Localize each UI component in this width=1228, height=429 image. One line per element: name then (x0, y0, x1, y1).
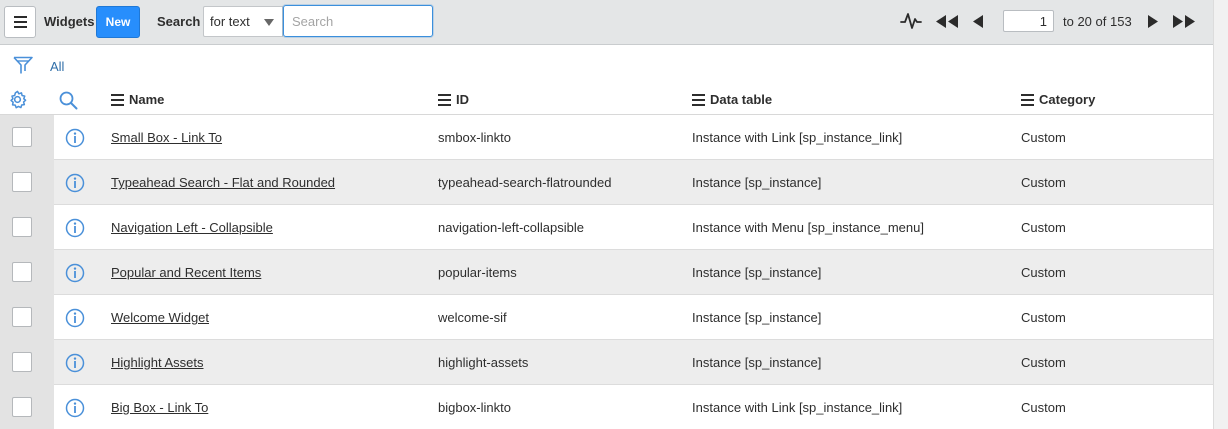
info-icon[interactable] (65, 218, 85, 238)
row-select-cell (0, 385, 54, 429)
table-row: Popular and Recent Items popular-items I… (0, 250, 1213, 295)
info-icon[interactable] (65, 263, 85, 283)
list-header: Widgets New Search for text to 20 of 153 (0, 0, 1213, 45)
column-data-table-label: Data table (710, 92, 773, 107)
row-category: Custom (1021, 310, 1066, 325)
first-page-icon[interactable] (935, 15, 959, 28)
row-select-cell (0, 340, 54, 385)
row-id: typeahead-search-flatrounded (438, 175, 612, 190)
table-row: Navigation Left - Collapsible navigation… (0, 205, 1213, 250)
row-data-table: Instance with Menu [sp_instance_menu] (692, 220, 924, 235)
hamburger-icon (13, 16, 27, 18)
row-name-link[interactable]: Popular and Recent Items (111, 265, 261, 280)
row-data-table: Instance with Link [sp_instance_link] (692, 130, 903, 145)
column-menu-icon (438, 93, 451, 106)
column-data-table[interactable]: Data table (692, 92, 772, 107)
column-name[interactable]: Name (111, 92, 164, 107)
row-id: welcome-sif (438, 310, 507, 325)
row-name-link[interactable]: Welcome Widget (111, 310, 209, 325)
page-number-input[interactable] (1003, 10, 1054, 32)
row-data-table: Instance [sp_instance] (692, 175, 822, 190)
row-id: highlight-assets (438, 355, 529, 370)
row-name-link[interactable]: Big Box - Link To (111, 400, 208, 415)
row-category: Custom (1021, 130, 1066, 145)
table-row: Small Box - Link To smbox-linkto Instanc… (0, 115, 1213, 160)
column-menu-icon (692, 93, 705, 106)
row-checkbox[interactable] (12, 307, 32, 327)
row-category: Custom (1021, 265, 1066, 280)
row-name-link[interactable]: Highlight Assets (111, 355, 204, 370)
column-id-label: ID (456, 92, 469, 107)
info-icon[interactable] (65, 173, 85, 193)
breadcrumb-all-link[interactable]: All (50, 59, 64, 74)
row-data-table: Instance with Link [sp_instance_link] (692, 400, 903, 415)
row-id: navigation-left-collapsible (438, 220, 584, 235)
row-data-table: Instance [sp_instance] (692, 265, 822, 280)
caret-down-icon (264, 19, 274, 26)
row-select-cell (0, 205, 54, 250)
widgets-list-page: Widgets New Search for text to 20 of 153 (0, 0, 1228, 429)
gear-icon[interactable] (8, 90, 27, 109)
column-category[interactable]: Category (1021, 92, 1095, 107)
search-input[interactable] (283, 5, 433, 37)
info-icon[interactable] (65, 128, 85, 148)
row-checkbox[interactable] (12, 262, 32, 282)
row-category: Custom (1021, 355, 1066, 370)
row-checkbox[interactable] (12, 352, 32, 372)
next-page-icon[interactable] (1147, 15, 1159, 28)
column-menu-icon (1021, 93, 1034, 106)
row-checkbox[interactable] (12, 172, 32, 192)
row-select-cell (0, 250, 54, 295)
filter-icon[interactable] (13, 56, 33, 75)
row-checkbox[interactable] (12, 217, 32, 237)
search-scope-value: for text (210, 14, 250, 29)
row-id: popular-items (438, 265, 517, 280)
row-category: Custom (1021, 175, 1066, 190)
column-name-label: Name (129, 92, 165, 107)
row-category: Custom (1021, 400, 1066, 415)
column-menu-icon (111, 93, 124, 106)
search-scope-select[interactable]: for text (203, 6, 283, 37)
row-name-link[interactable]: Small Box - Link To (111, 130, 222, 145)
column-id[interactable]: ID (438, 92, 469, 107)
row-data-table: Instance [sp_instance] (692, 310, 822, 325)
info-icon[interactable] (65, 398, 85, 418)
page-total-label: to 20 of 153 (1063, 14, 1132, 29)
column-search-icon[interactable] (59, 91, 78, 110)
vertical-scrollbar[interactable] (1213, 0, 1228, 429)
row-id: bigbox-linkto (438, 400, 511, 415)
previous-page-icon[interactable] (972, 15, 984, 28)
row-select-cell (0, 115, 54, 160)
table-row: Highlight Assets highlight-assets Instan… (0, 340, 1213, 385)
row-id: smbox-linkto (438, 130, 511, 145)
new-button[interactable]: New (96, 6, 140, 38)
table-row: Big Box - Link To bigbox-linkto Instance… (0, 385, 1213, 429)
row-checkbox[interactable] (12, 127, 32, 147)
list-menu-button[interactable] (4, 6, 36, 38)
column-category-label: Category (1039, 92, 1096, 107)
row-data-table: Instance [sp_instance] (692, 355, 822, 370)
list-rows: Small Box - Link To smbox-linkto Instanc… (0, 115, 1213, 429)
row-name-link[interactable]: Typeahead Search - Flat and Rounded (111, 175, 335, 190)
search-label: Search (157, 14, 201, 29)
info-icon[interactable] (65, 308, 85, 328)
row-category: Custom (1021, 220, 1066, 235)
row-name-link[interactable]: Navigation Left - Collapsible (111, 220, 273, 235)
row-checkbox[interactable] (12, 397, 32, 417)
activity-stream-icon[interactable] (900, 11, 922, 31)
table-row: Typeahead Search - Flat and Rounded type… (0, 160, 1213, 205)
table-row: Welcome Widget welcome-sif Instance [sp_… (0, 295, 1213, 340)
list-title: Widgets (44, 14, 95, 29)
last-page-icon[interactable] (1172, 15, 1196, 28)
row-select-cell (0, 160, 54, 205)
row-select-cell (0, 295, 54, 340)
info-icon[interactable] (65, 353, 85, 373)
